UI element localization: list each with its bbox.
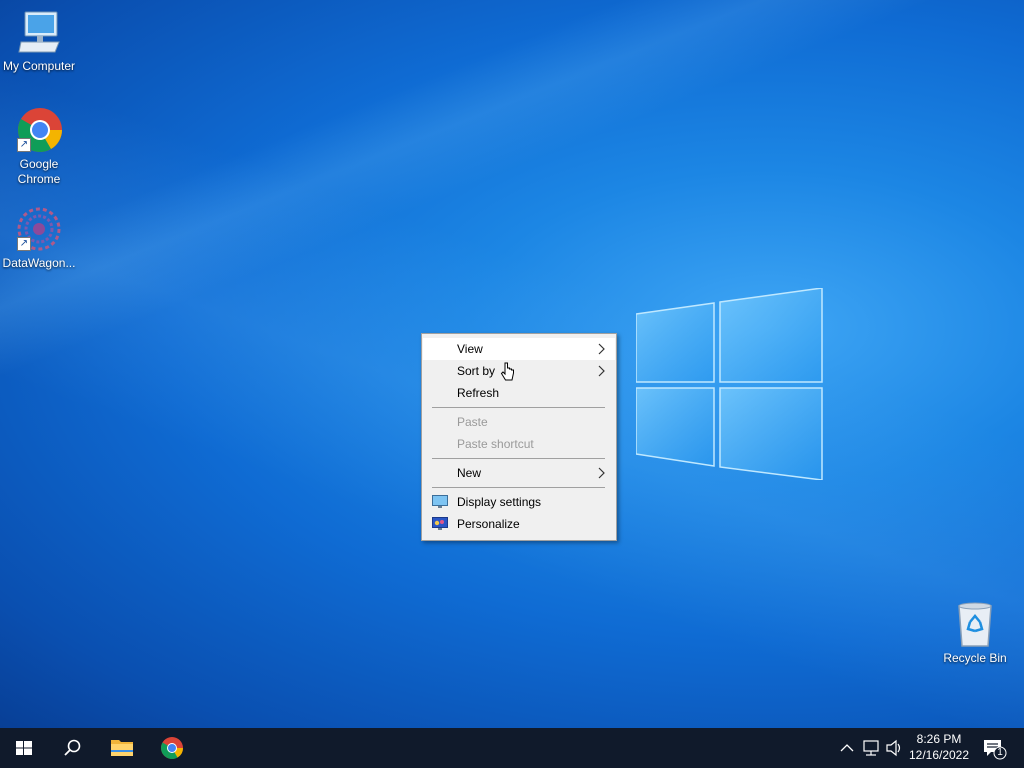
recycle-bin-icon [951,600,999,648]
menu-separator [432,458,605,459]
desktop-context-menu: View Sort by Refresh Paste Paste shortcu… [421,333,617,541]
menu-item-label: Display settings [457,495,542,509]
menu-item-sort-by[interactable]: Sort by [423,360,615,382]
taskbar: 8:26 PM 12/16/2022 1 [0,728,1024,768]
windows-logo-wallpaper [636,288,823,480]
notification-count: 1 [997,747,1003,758]
menu-item-paste: Paste [423,411,615,433]
desktop-icon-label: My Computer [2,59,76,73]
menu-item-refresh[interactable]: Refresh [423,382,615,404]
desktop-icon-google-chrome[interactable]: ↗ Google Chrome [0,106,78,187]
start-button[interactable] [0,728,48,768]
menu-item-personalize[interactable]: Personalize [423,513,615,535]
volume-icon[interactable] [884,728,904,768]
chrome-icon [161,737,183,759]
menu-item-label: New [457,466,482,480]
chevron-right-icon [598,343,605,355]
menu-item-label: Refresh [457,386,500,400]
notification-center-button[interactable]: 1 [978,728,1008,768]
menu-item-label: View [457,342,483,356]
shortcut-arrow-icon: ↗ [17,237,31,251]
menu-separator [432,407,605,408]
personalize-icon [432,517,448,530]
menu-item-paste-shortcut: Paste shortcut [423,433,615,455]
menu-separator [432,487,605,488]
computer-icon [15,8,63,56]
chrome-icon: ↗ [15,106,63,154]
search-icon [64,739,81,756]
windows-start-icon [16,741,32,755]
desktop-icon-recycle-bin[interactable]: Recycle Bin [936,600,1014,666]
clock-date: 12/16/2022 [908,748,970,762]
menu-item-label: Paste [457,415,488,429]
file-explorer-icon [111,740,133,756]
shortcut-arrow-icon: ↗ [17,138,31,152]
chevron-right-icon [598,467,605,479]
chevron-up-icon[interactable] [838,728,856,768]
network-icon[interactable] [861,728,881,768]
desktop-icon-datawagon[interactable]: ↗ DataWagon... [0,205,78,271]
desktop-icon-label: DataWagon... [2,256,76,270]
display-settings-icon [432,495,448,508]
menu-item-display-settings[interactable]: Display settings [423,491,615,513]
taskbar-app-file-explorer[interactable] [98,728,146,768]
menu-item-label: Paste shortcut [457,437,534,451]
menu-item-new[interactable]: New [423,462,615,484]
desktop[interactable]: My Computer ↗ Google Chrome ↗ DataWagon.… [0,0,1024,728]
menu-item-view[interactable]: View [423,338,615,360]
chevron-right-icon [598,365,605,377]
clock-time: 8:26 PM [916,732,962,746]
desktop-icon-my-computer[interactable]: My Computer [0,8,78,74]
taskbar-app-chrome[interactable] [148,728,196,768]
mouse-cursor-icon [500,362,514,381]
desktop-icon-label: Google Chrome [17,157,61,186]
datawagon-icon: ↗ [15,205,63,253]
menu-item-label: Sort by [457,364,496,378]
menu-item-label: Personalize [457,517,520,531]
system-clock[interactable]: 8:26 PM 12/16/2022 [903,731,975,763]
search-button[interactable] [48,728,96,768]
desktop-icon-label: Recycle Bin [943,651,1007,665]
